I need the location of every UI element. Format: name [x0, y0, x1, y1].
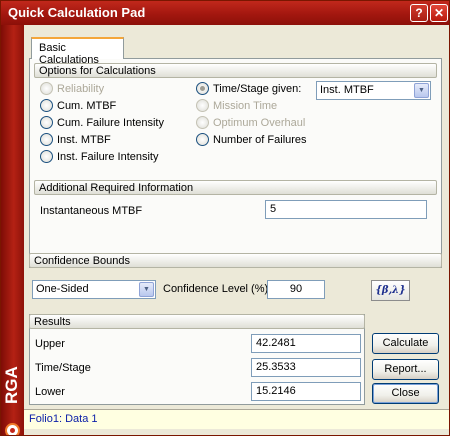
radio-circle-icon — [40, 133, 53, 146]
radio-cum-mtbf[interactable]: Cum. MTBF — [40, 99, 116, 112]
results-heading: Results — [29, 314, 365, 329]
quick-calculation-pad-window: Quick Calculation Pad ? ✕ RGA Basic Calc… — [0, 0, 450, 436]
tab-basic-calculations[interactable]: Basic Calculations — [31, 37, 124, 66]
radio-number-of-failures[interactable]: Number of Failures — [196, 133, 307, 146]
brand-sidebar: RGA — [1, 25, 24, 435]
radio-circle-icon — [196, 99, 209, 112]
radio-label: Inst. Failure Intensity — [57, 150, 159, 163]
radio-label: Mission Time — [213, 99, 278, 112]
additional-info-heading: Additional Required Information — [34, 180, 437, 195]
dropdown-value: One-Sided — [36, 283, 89, 295]
brand-logo-icon — [5, 423, 20, 435]
status-bar: Folio1: Data 1 — [24, 409, 449, 429]
upper-label: Upper — [35, 338, 65, 350]
chevron-down-icon[interactable]: ▼ — [139, 282, 154, 297]
dropdown-value: Inst. MTBF — [320, 84, 374, 96]
radio-mission-time[interactable]: Mission Time — [196, 99, 277, 112]
radio-label: Reliability — [57, 82, 105, 95]
basic-calculations-panel: Options for Calculations Reliability Cum… — [29, 58, 442, 268]
confidence-bounds-heading: Confidence Bounds — [29, 253, 442, 268]
radio-reliability[interactable]: Reliability — [40, 82, 104, 95]
bounds-type-dropdown[interactable]: One-Sided ▼ — [32, 280, 156, 299]
radio-label: Time/Stage given: — [213, 82, 302, 95]
results-panel: Results Upper 42.2481 Time/Stage 25.3533… — [29, 314, 365, 405]
brand-text: RGA — [2, 366, 21, 404]
time-stage-label: Time/Stage — [35, 362, 91, 374]
radio-circle-icon — [40, 82, 53, 95]
radio-label: Cum. MTBF — [57, 99, 117, 112]
radio-inst-mtbf[interactable]: Inst. MTBF — [40, 133, 111, 146]
radio-label: Number of Failures — [213, 133, 307, 146]
radio-label: Cum. Failure Intensity — [57, 116, 164, 129]
radio-time-stage-given[interactable]: Time/Stage given: — [196, 82, 301, 95]
radio-label: Optimum Overhaul — [213, 116, 306, 129]
dialog-content: Basic Calculations Options for Calculati… — [24, 25, 449, 435]
parameters-button[interactable]: {β,λ} — [371, 280, 410, 301]
lower-label: Lower — [35, 386, 65, 398]
radio-circle-icon — [40, 150, 53, 163]
radio-circle-icon — [40, 99, 53, 112]
title-bar[interactable]: Quick Calculation Pad ? ✕ — [1, 1, 449, 25]
radio-selected-icon — [196, 82, 209, 95]
status-text: Folio1: Data 1 — [29, 413, 98, 425]
radio-circle-icon — [40, 116, 53, 129]
radio-label: Inst. MTBF — [57, 133, 111, 146]
time-stage-value[interactable]: 25.3533 — [251, 358, 361, 377]
lower-value[interactable]: 15.2146 — [251, 382, 361, 401]
chevron-down-icon[interactable]: ▼ — [414, 83, 429, 98]
confidence-level-input[interactable]: 90 — [267, 280, 325, 299]
upper-value[interactable]: 42.2481 — [251, 334, 361, 353]
instantaneous-mtbf-input[interactable]: 5 — [265, 200, 427, 219]
instantaneous-mtbf-label: Instantaneous MTBF — [40, 205, 143, 217]
radio-cum-failure-intensity[interactable]: Cum. Failure Intensity — [40, 116, 164, 129]
radio-inst-failure-intensity[interactable]: Inst. Failure Intensity — [40, 150, 159, 163]
calculate-button[interactable]: Calculate — [372, 333, 439, 354]
report-button[interactable]: Report... — [372, 359, 439, 380]
radio-circle-icon — [196, 116, 209, 129]
window-title: Quick Calculation Pad — [8, 5, 146, 20]
radio-circle-icon — [196, 133, 209, 146]
help-button[interactable]: ? — [410, 4, 428, 22]
close-window-button[interactable]: ✕ — [430, 4, 448, 22]
radio-optimum-overhaul[interactable]: Optimum Overhaul — [196, 116, 305, 129]
close-button[interactable]: Close — [372, 383, 439, 404]
confidence-level-label: Confidence Level (%) — [163, 283, 269, 295]
time-stage-dropdown[interactable]: Inst. MTBF ▼ — [316, 81, 431, 100]
